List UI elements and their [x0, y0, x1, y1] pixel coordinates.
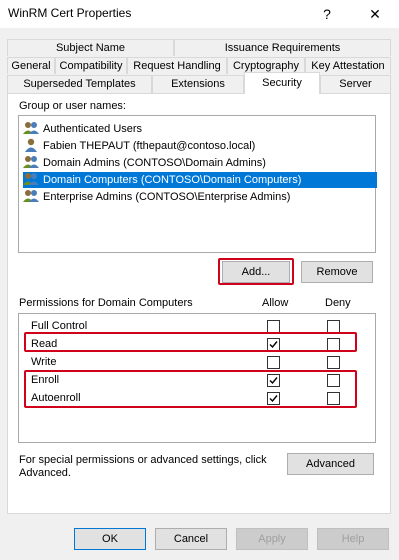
permission-name: Enroll [31, 374, 60, 386]
allow-checkbox[interactable] [267, 392, 280, 405]
tab-request-handling[interactable]: Request Handling [127, 57, 227, 74]
permission-row: Autoenroll [19, 390, 375, 408]
permission-name: Read [31, 338, 58, 350]
close-button[interactable]: ✕ [364, 3, 386, 25]
tab-general[interactable]: General [7, 57, 55, 74]
deny-header: Deny [325, 297, 351, 309]
permission-name: Autoenroll [31, 392, 81, 404]
group-user-list[interactable]: Authenticated Users Fabien THEPAUT (fthe… [18, 115, 377, 253]
user-name: Domain Computers (CONTOSO\Domain Compute… [43, 174, 302, 186]
tab-subject-name[interactable]: Subject Name [7, 39, 174, 56]
tab-issuance-requirements[interactable]: Issuance Requirements [174, 39, 391, 56]
special-permissions-text-2: Advanced. [19, 467, 71, 479]
ok-button[interactable]: OK [74, 528, 146, 550]
tab-superseded-templates[interactable]: Superseded Templates [7, 75, 152, 93]
user-name: Authenticated Users [43, 123, 143, 135]
add-button[interactable]: Add... [222, 261, 290, 283]
permission-name: Write [31, 356, 57, 368]
permission-row: Enroll [19, 372, 375, 390]
user-icon [25, 138, 37, 152]
help-button[interactable]: Help [317, 528, 389, 550]
tab-extensions[interactable]: Extensions [152, 75, 244, 93]
permission-row: Read [19, 336, 375, 354]
tab-security[interactable]: Security [244, 72, 320, 94]
cancel-button[interactable]: Cancel [155, 528, 227, 550]
group-icon [23, 156, 39, 168]
list-item[interactable]: Enterprise Admins (CONTOSO\Enterprise Ad… [23, 189, 294, 205]
group-names-label: Group or user names: [19, 100, 126, 112]
tab-compatibility[interactable]: Compatibility [55, 57, 127, 74]
allow-checkbox[interactable] [267, 374, 280, 387]
permission-row: Write [19, 354, 375, 372]
allow-checkbox[interactable] [267, 356, 280, 369]
user-name: Enterprise Admins (CONTOSO\Enterprise Ad… [43, 191, 291, 203]
deny-checkbox[interactable] [327, 356, 340, 369]
allow-checkbox[interactable] [267, 338, 280, 351]
user-name: Fabien THEPAUT (fthepaut@contoso.local) [43, 140, 256, 152]
permissions-table: Full Control Read Write Enroll Autoenrol… [18, 313, 376, 443]
special-permissions-text: For special permissions or advanced sett… [19, 454, 267, 466]
checkmark-icon [269, 395, 278, 403]
deny-checkbox[interactable] [327, 374, 340, 387]
group-icon [23, 190, 39, 202]
checkmark-icon [269, 341, 278, 349]
advanced-button[interactable]: Advanced [287, 453, 374, 475]
window-title: WinRM Cert Properties [8, 6, 132, 20]
list-item-selected[interactable]: Domain Computers (CONTOSO\Domain Compute… [23, 172, 377, 188]
apply-button[interactable]: Apply [236, 528, 308, 550]
deny-checkbox[interactable] [327, 392, 340, 405]
remove-button[interactable]: Remove [301, 261, 373, 283]
allow-header: Allow [262, 297, 289, 309]
checkmark-icon [269, 377, 278, 385]
group-icon [23, 122, 39, 134]
deny-checkbox[interactable] [327, 338, 340, 351]
permission-name: Full Control [31, 320, 88, 332]
tab-server[interactable]: Server [320, 75, 391, 93]
list-item[interactable]: Domain Admins (CONTOSO\Domain Admins) [23, 155, 270, 171]
list-item[interactable]: Authenticated Users [23, 121, 146, 137]
list-item[interactable]: Fabien THEPAUT (fthepaut@contoso.local) [23, 138, 259, 154]
permission-row: Full Control [19, 318, 375, 336]
user-name: Domain Admins (CONTOSO\Domain Admins) [43, 157, 266, 169]
permissions-label: Permissions for Domain Computers [19, 297, 193, 309]
help-title-button[interactable]: ? [316, 3, 338, 25]
title-bar: WinRM Cert Properties ? ✕ [0, 0, 399, 28]
deny-checkbox[interactable] [327, 320, 340, 333]
allow-checkbox[interactable] [267, 320, 280, 333]
group-icon [23, 173, 39, 185]
